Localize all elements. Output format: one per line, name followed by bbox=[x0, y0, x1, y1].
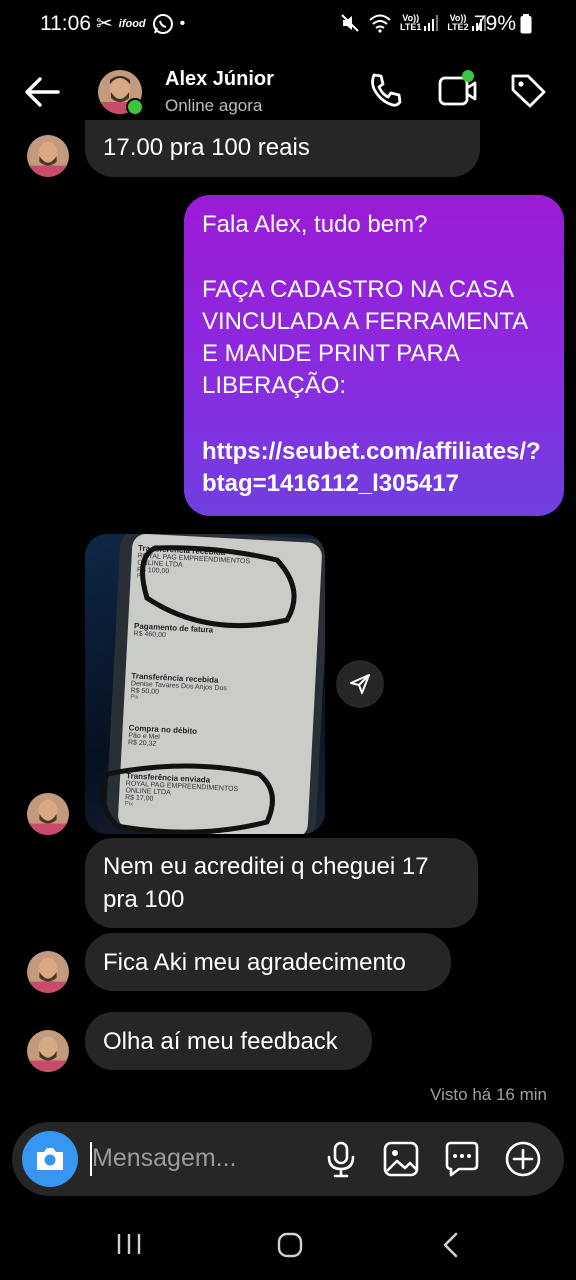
message-text: FAÇA CADASTRO NA CASA VINCULADA A FERRAM… bbox=[202, 276, 527, 399]
dot-icon: • bbox=[179, 15, 186, 32]
seen-status: Visto há 16 min bbox=[430, 1085, 547, 1104]
battery-percent: 79% bbox=[473, 12, 516, 35]
message-link[interactable]: https://seubet.com/affiliates/?btag=1416… bbox=[202, 436, 552, 500]
camera-button[interactable] bbox=[22, 1131, 78, 1187]
signal-bars-icon bbox=[424, 15, 439, 31]
arrow-left-icon[interactable] bbox=[22, 75, 62, 109]
image-icon[interactable] bbox=[381, 1139, 421, 1179]
camera-icon bbox=[37, 1148, 63, 1170]
status-system-icons: Vo)) LTE1 Vo)) LTE2 bbox=[340, 13, 487, 33]
image-message[interactable]: Transferência recebida ROYAL PAG EMPREEN… bbox=[85, 534, 325, 834]
online-indicator bbox=[126, 98, 144, 116]
message-composer: Mensagem... bbox=[12, 1122, 564, 1196]
battery: 79% bbox=[474, 12, 532, 36]
incoming-message[interactable]: Nem eu acreditei q cheguei 17 pra 100 bbox=[85, 838, 478, 928]
tag-icon[interactable] bbox=[508, 70, 548, 110]
incoming-message[interactable]: 17.00 pra 100 reais bbox=[85, 120, 480, 177]
recent-apps-icon[interactable] bbox=[116, 1232, 142, 1256]
plus-circle-icon[interactable] bbox=[503, 1139, 543, 1179]
video-call-icon[interactable] bbox=[437, 70, 477, 110]
incoming-message[interactable]: Olha aí meu feedback bbox=[85, 1012, 372, 1070]
status-time: 11:06 bbox=[40, 12, 91, 35]
whatsapp-icon bbox=[152, 14, 173, 34]
message-text: Olha aí meu feedback bbox=[103, 1028, 338, 1055]
incoming-message[interactable]: Fica Aki meu agradecimento bbox=[85, 933, 451, 991]
status-bar: 11:06 ✂ ifood • Vo)) LTE1 Vo)) LTE2 79% bbox=[0, 0, 576, 50]
mute-icon bbox=[341, 14, 359, 32]
send-icon bbox=[350, 674, 370, 694]
wifi-icon bbox=[369, 14, 391, 33]
microphone-icon[interactable] bbox=[321, 1139, 361, 1179]
chat-bubble-icon[interactable] bbox=[442, 1139, 482, 1179]
status-notification-icons: ✂ ifood • bbox=[96, 13, 185, 35]
home-icon[interactable] bbox=[276, 1231, 304, 1259]
ifood-icon: ifood bbox=[118, 17, 146, 30]
contact-status: Online agora bbox=[165, 96, 263, 115]
outgoing-message[interactable]: Fala Alex, tudo bem? FAÇA CADASTRO NA CA… bbox=[184, 195, 564, 516]
message-text: 17.00 pra 100 reais bbox=[103, 134, 310, 161]
message-text: Nem eu acreditei q cheguei 17 pra 100 bbox=[103, 853, 429, 913]
contact-avatar-small bbox=[27, 793, 69, 835]
message-text: Fala Alex, tudo bem? bbox=[202, 211, 428, 238]
contact-avatar-small bbox=[27, 1030, 69, 1072]
phone-icon[interactable] bbox=[365, 70, 405, 110]
message-text: Fica Aki meu agradecimento bbox=[103, 949, 406, 976]
contact-avatar-small bbox=[27, 135, 69, 177]
photo-annotation-marks bbox=[100, 545, 297, 834]
contact-name[interactable]: Alex Júnior bbox=[165, 68, 274, 91]
contact-avatar-small bbox=[27, 951, 69, 993]
battery-icon bbox=[520, 14, 532, 34]
scissors-icon: ✂ bbox=[96, 13, 113, 35]
signal-sim1: Vo)) LTE1 bbox=[400, 14, 439, 32]
back-nav-icon[interactable] bbox=[440, 1231, 462, 1259]
share-button[interactable] bbox=[336, 660, 384, 708]
message-input[interactable]: Mensagem... bbox=[92, 1144, 237, 1173]
system-nav-bar bbox=[0, 1200, 576, 1280]
